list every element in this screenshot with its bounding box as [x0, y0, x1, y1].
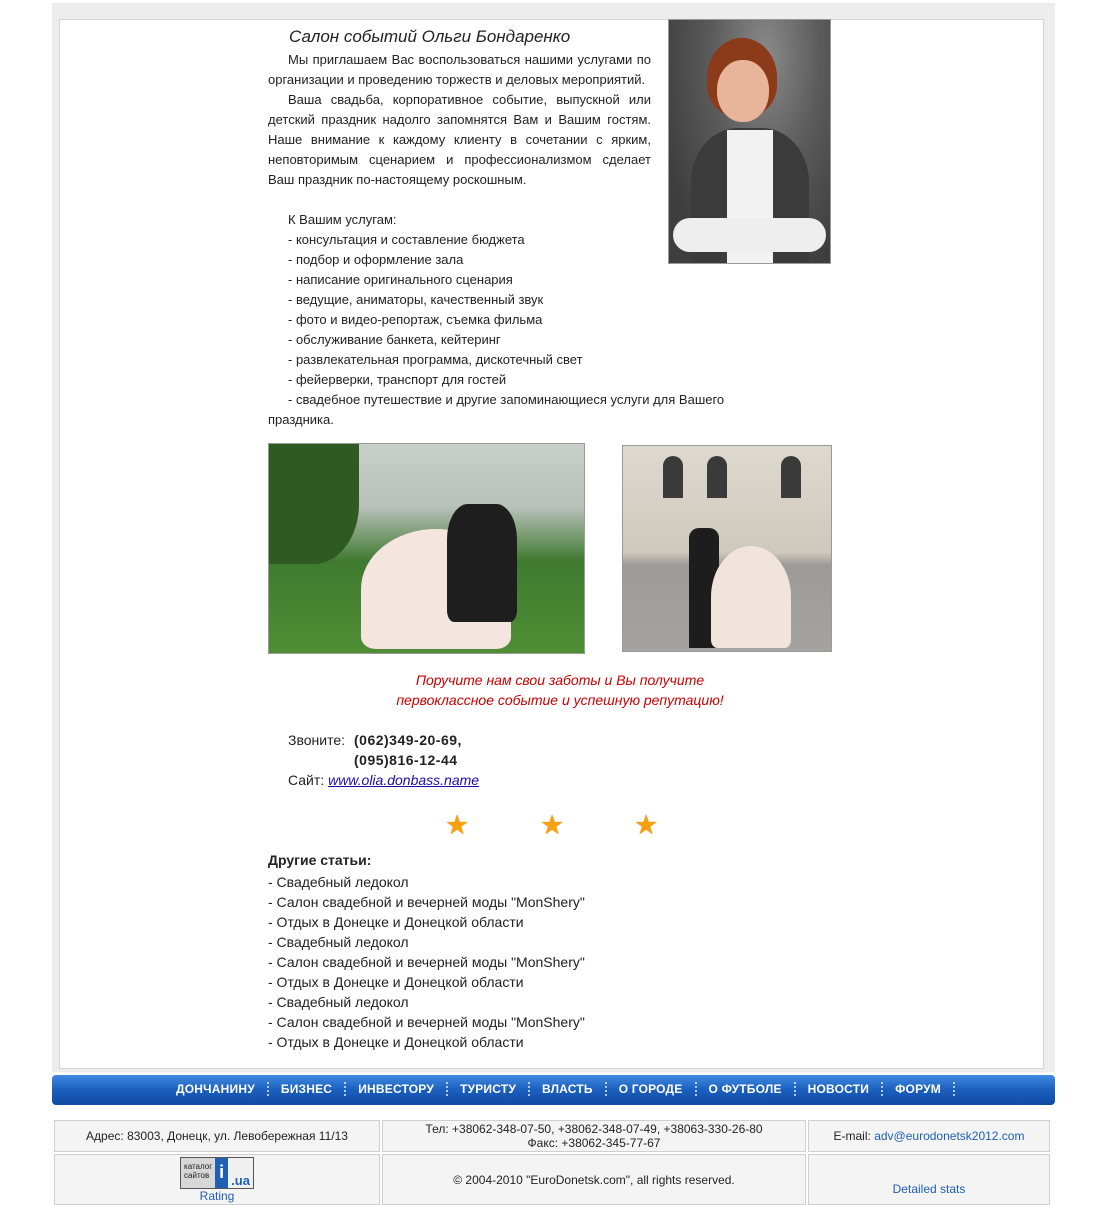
nav-label: БИЗНЕС [280, 1082, 333, 1096]
catalog-badge[interactable]: каталог сайтов i .ua [180, 1156, 254, 1189]
intro-paragraph: Ваша свадьба, корпоративное событие, вып… [268, 92, 651, 187]
star-icon: ★ [540, 810, 565, 840]
nav-item-donchaninu[interactable]: ДОНЧАНИНУ [176, 1082, 281, 1096]
window-shape [781, 456, 801, 498]
nav-label: ВЛАСТЬ [542, 1082, 593, 1096]
article-link[interactable]: - Отдых в Донецке и Донецкой области [268, 912, 585, 932]
star-icon: ★ [634, 810, 659, 840]
nav-label: ДОНЧАНИНУ [176, 1082, 255, 1096]
nav-separator [446, 1082, 448, 1096]
list-item: - развлекательная программа, дискотечный… [288, 352, 583, 367]
wedding-photo-garden [268, 443, 585, 654]
footer-email: E-mail: adv@eurodonetsk2012.com [808, 1120, 1050, 1152]
nav-item-news[interactable]: НОВОСТИ [808, 1082, 895, 1096]
phone-2: (095)816-12-44 [354, 752, 458, 768]
portrait-photo [668, 19, 831, 264]
list-item: - свадебное путешествие и другие запомин… [288, 392, 725, 407]
footer-fax: Факс: +38062-345-77-67 [527, 1136, 661, 1150]
email-link[interactable]: adv@eurodonetsk2012.com [874, 1129, 1024, 1143]
nav-label: ТУРИСТУ [460, 1082, 516, 1096]
nav-separator [344, 1082, 347, 1096]
site-link[interactable]: www.olia.donbass.name [328, 772, 479, 788]
email-label: E-mail: [833, 1129, 871, 1143]
footer-catalog: каталог сайтов i .ua Rating [54, 1154, 380, 1205]
list-item: - обслуживание банкета, кейтеринг [288, 332, 501, 347]
groom-shape [447, 504, 517, 622]
nav-separator [604, 1082, 607, 1096]
services-heading: К Вашим услугам: [288, 212, 397, 227]
nav-item-investor[interactable]: ИНВЕСТОРУ [358, 1082, 460, 1096]
article-link[interactable]: - Свадебный ледокол [268, 872, 585, 892]
contact-block: Звоните: (062)349-20-69, (095)816-12-44 С… [288, 730, 479, 790]
stats-link[interactable]: Detailed stats [893, 1182, 966, 1196]
bride-shape [711, 546, 791, 648]
other-articles-heading: Другие статьи: [268, 852, 372, 868]
nav-label: ИНВЕСТОРУ [358, 1082, 434, 1096]
nav-item-city[interactable]: О ГОРОДЕ [619, 1082, 709, 1096]
window-shape [707, 456, 727, 498]
article-link[interactable]: - Салон свадебной и вечерней моды "MonSh… [268, 892, 585, 912]
other-articles-list: - Свадебный ледокол - Салон свадебной и … [268, 872, 585, 1052]
article-link[interactable]: - Свадебный ледокол [268, 932, 585, 952]
list-item: - ведущие, аниматоры, качественный звук [288, 292, 544, 307]
badge-line: каталог [184, 1161, 213, 1171]
footer-copyright: © 2004-2010 "EuroDonetsk.com", all right… [382, 1154, 806, 1205]
window-shape [663, 456, 683, 498]
nav-label: О ГОРОДЕ [618, 1082, 683, 1096]
nav-item-power[interactable]: ВЛАСТЬ [542, 1082, 619, 1096]
rating-link[interactable]: Rating [200, 1189, 235, 1203]
article-link[interactable]: - Свадебный ледокол [268, 992, 585, 1012]
footer-tel: Тел: +38062-348-07-50, +38062-348-07-49,… [425, 1122, 763, 1136]
wedding-photo-castle [622, 445, 832, 652]
list-item: - написание оригинального сценария [288, 272, 513, 287]
nav-item-business[interactable]: БИЗНЕС [281, 1082, 358, 1096]
footer-stats: Detailed stats [808, 1154, 1050, 1205]
services-continuation: праздника. [268, 412, 334, 427]
badge-i: i [215, 1157, 229, 1188]
nav-separator [881, 1082, 884, 1096]
footer-address: Адрес: 83003, Донецк, ул. Левобережная 1… [54, 1120, 380, 1152]
article-title: Салон событий Ольги Бондаренко [289, 27, 571, 46]
article-link[interactable]: - Салон свадебной и вечерней моды "MonSh… [268, 1012, 585, 1032]
call-label: Звоните: [288, 732, 346, 748]
nav-separator [694, 1082, 697, 1096]
main-nav: ДОНЧАНИНУ БИЗНЕС ИНВЕСТОРУ ТУРИСТУ ВЛАСТ… [176, 1082, 967, 1096]
badge-line: сайтов [184, 1170, 210, 1180]
nav-label: НОВОСТИ [807, 1082, 870, 1096]
nav-item-football[interactable]: О ФУТБОЛЕ [709, 1082, 808, 1096]
article-link[interactable]: - Отдых в Донецке и Донецкой области [268, 972, 585, 992]
nav-separator [266, 1082, 269, 1096]
article-link[interactable]: - Салон свадебной и вечерней моды "MonSh… [268, 952, 585, 972]
badge-ua: .ua [228, 1157, 253, 1188]
slogan-line: первоклассное событие и успешную репутац… [396, 692, 724, 708]
star-icon: ★ [445, 810, 470, 840]
nav-item-tourist[interactable]: ТУРИСТУ [460, 1082, 542, 1096]
intro-paragraph: Мы приглашаем Вас воспользоваться нашими… [268, 52, 651, 87]
tree-shape [269, 444, 359, 564]
slogan-line: Поручите нам свои заботы и Вы получите [415, 672, 705, 688]
nav-separator [793, 1082, 796, 1096]
footer-phones: Тел: +38062-348-07-50, +38062-348-07-49,… [382, 1120, 806, 1152]
nav-label: ФОРУМ [895, 1082, 941, 1096]
nav-item-forum[interactable]: ФОРУМ [895, 1082, 967, 1096]
list-item: - фейерверки, транспорт для гостей [288, 372, 507, 387]
slogan: Поручите нам свои заботы и Вы получите п… [360, 670, 760, 710]
portrait-face [717, 60, 769, 122]
badge-caption: каталог сайтов [181, 1157, 216, 1188]
article-intro: Мы приглашаем Вас воспользоваться нашими… [268, 50, 651, 190]
nav-separator [528, 1082, 530, 1096]
list-item: - фото и видео-репортаж, съемка фильма [288, 312, 543, 327]
nav-label: О ФУТБОЛЕ [708, 1082, 782, 1096]
phone-1: (062)349-20-69, [354, 732, 462, 748]
article-link[interactable]: - Отдых в Донецке и Донецкой области [268, 1032, 585, 1052]
portrait-arms [673, 218, 826, 252]
nav-separator [952, 1082, 955, 1096]
site-label: Сайт: [288, 772, 325, 788]
